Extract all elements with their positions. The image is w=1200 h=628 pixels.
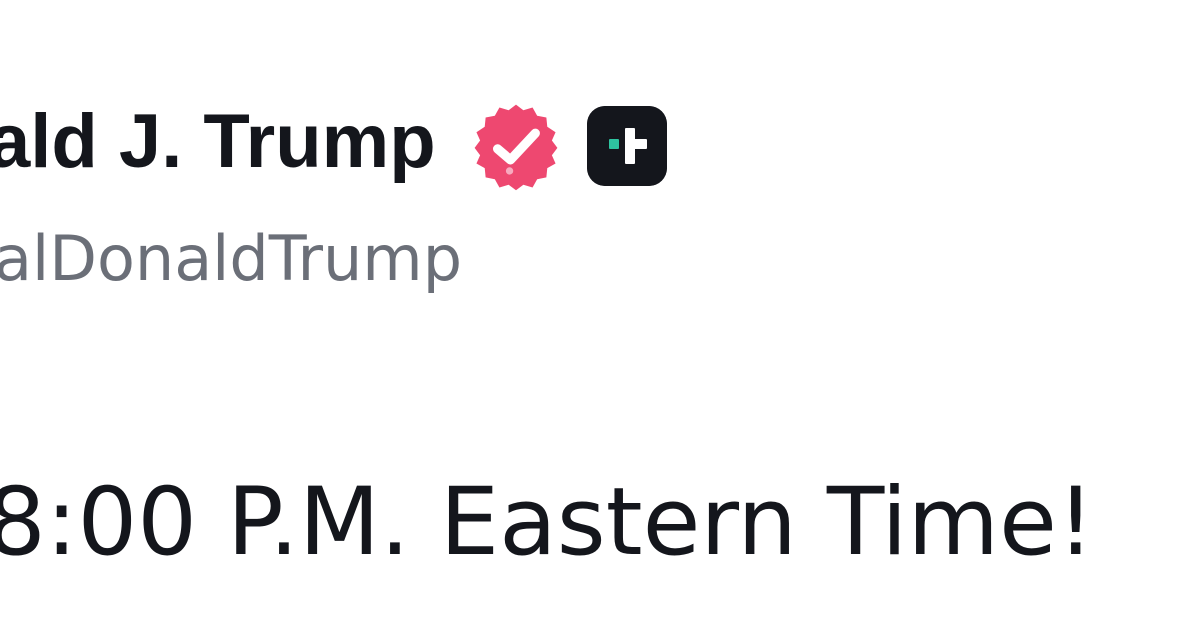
author-handle[interactable]: alDonaldTrump [0,228,462,290]
post-text: 8:00 P.M. Eastern Time! [0,468,1095,577]
author-display-name[interactable]: ald J. Trump [0,104,436,180]
verified-badge-icon [474,104,558,191]
post-card: ald J. Trump alDonaldTrump 8:00 P.M. Eas… [0,0,1200,628]
plus-member-icon [587,106,667,186]
